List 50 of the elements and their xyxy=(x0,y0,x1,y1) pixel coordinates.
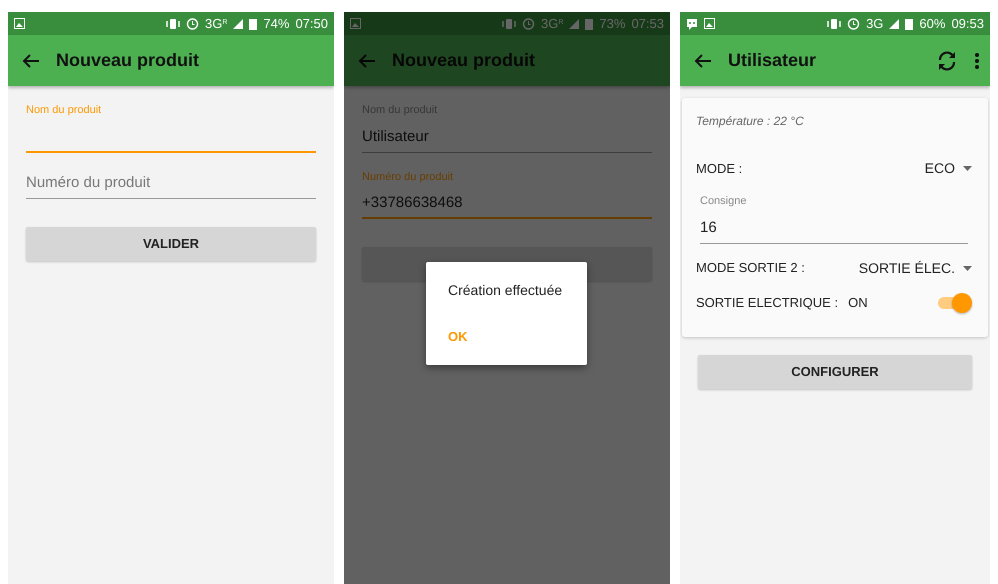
refresh-icon[interactable] xyxy=(936,50,958,72)
dropdown-caret-icon xyxy=(963,166,972,171)
screen-title: Utilisateur xyxy=(728,49,818,72)
screen-title: Nouveau produit xyxy=(56,49,200,72)
battery-level: 74% xyxy=(263,14,290,33)
battery-level: 73% xyxy=(599,14,626,33)
setting-label: SORTIE ELECTRIQUE : xyxy=(696,294,838,312)
network-type: 3G xyxy=(866,14,884,33)
input-field[interactable]: 16 xyxy=(700,214,968,244)
alarm-icon xyxy=(186,17,200,30)
clock: 07:50 xyxy=(295,14,328,33)
input-field[interactable]: Numéro du produit xyxy=(26,168,316,198)
setting-label: MODE SORTIE 2 : xyxy=(696,259,805,278)
back-arrow-icon[interactable] xyxy=(694,52,712,68)
field-label: Consigne xyxy=(700,194,748,209)
signal-icon xyxy=(233,18,244,28)
alarm-icon xyxy=(522,17,536,30)
image-icon xyxy=(350,18,361,29)
alarm-icon xyxy=(847,17,860,30)
clock: 09:53 xyxy=(951,14,984,33)
action-button[interactable]: CONFIGURER xyxy=(698,354,972,388)
image-icon xyxy=(704,18,715,29)
screen-title: Nouveau produit xyxy=(392,49,536,72)
setting-label: MODE : xyxy=(696,160,742,178)
temperature-text: Température : 22 °C xyxy=(696,113,805,130)
vibrate-icon xyxy=(502,18,516,30)
vibrate-icon xyxy=(166,18,180,30)
network-type: 3G$^{R}$ xyxy=(205,14,228,33)
battery-icon xyxy=(905,18,914,30)
signal-icon xyxy=(889,18,900,28)
battery-icon xyxy=(585,18,594,30)
field-label: Nom du produit xyxy=(26,103,102,118)
signal-icon xyxy=(569,18,580,28)
dropdown-caret-icon xyxy=(963,266,972,270)
dialog-message: Création effectuée xyxy=(448,281,564,300)
battery-level: 60% xyxy=(919,14,946,33)
more-icon[interactable] xyxy=(974,52,980,70)
switch-state: ON xyxy=(848,294,868,312)
dropdown[interactable]: ECO xyxy=(924,158,972,179)
field-label: Numéro du produit xyxy=(362,170,454,184)
toggle-switch[interactable] xyxy=(938,292,972,312)
back-arrow-icon[interactable] xyxy=(22,52,40,68)
network-type: 3G$^{R}$ xyxy=(541,14,564,33)
clock: 07:53 xyxy=(631,14,664,33)
action-button[interactable]: VALIDER xyxy=(26,226,316,260)
battery-icon xyxy=(249,18,258,30)
vibrate-icon xyxy=(827,18,842,30)
dropdown[interactable]: SORTIE ÉLEC. xyxy=(858,258,972,278)
chat-icon xyxy=(686,18,698,30)
image-icon xyxy=(14,18,25,29)
